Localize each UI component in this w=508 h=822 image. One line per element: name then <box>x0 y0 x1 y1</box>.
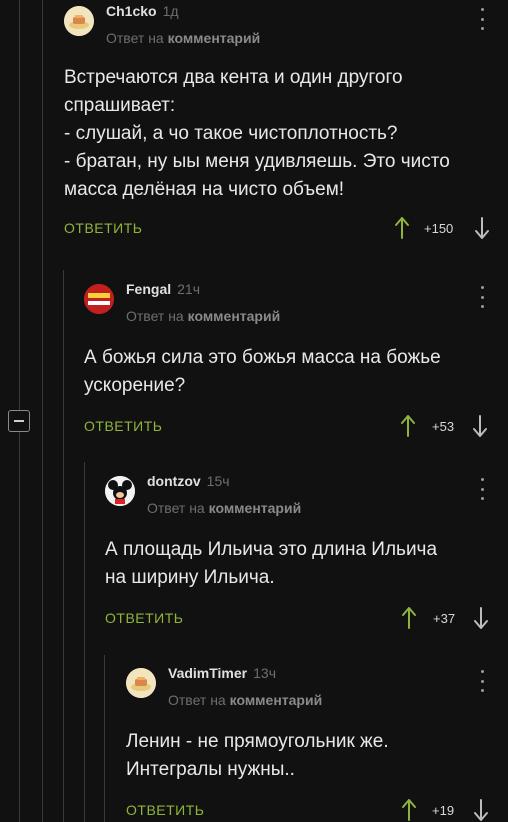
comment-text: Ленин - не прямоугольник же. Интегралы н… <box>126 731 389 780</box>
downvote-arrow-icon[interactable] <box>473 798 489 822</box>
comment-header: Fengal 21ч Ответ на комментарий <box>84 278 494 328</box>
minus-icon <box>14 420 24 422</box>
comment-time: 13ч <box>253 665 276 681</box>
comment-actions: ОТВЕТИТЬ +37 <box>105 600 495 640</box>
comment-vadimtimer: VadimTimer 13ч Ответ на комментарий Ленин… <box>126 662 496 822</box>
comment-score: +19 <box>432 803 455 818</box>
comment-header: dontzov 15ч Ответ на комментарий <box>105 470 495 520</box>
reply-to-label: Ответ на комментарий <box>147 500 302 516</box>
author-name[interactable]: VadimTimer 13ч <box>168 665 276 681</box>
author-name[interactable]: Ch1cko 1д <box>106 3 179 19</box>
comment-actions: ОТВЕТИТЬ +53 <box>84 408 494 448</box>
comment-actions: ОТВЕТИТЬ +19 <box>126 792 496 822</box>
reply-to-link[interactable]: комментарий <box>168 30 261 46</box>
comment-actions: ОТВЕТИТЬ +150 <box>64 210 496 250</box>
comment-time: 21ч <box>177 281 200 297</box>
author-name[interactable]: Fengal 21ч <box>126 281 200 297</box>
more-menu-icon[interactable] <box>478 478 486 500</box>
comment-ch1cko: Ch1cko 1д Ответ на комментарий Встречаютс… <box>64 0 496 250</box>
upvote-arrow-icon[interactable] <box>394 216 410 245</box>
reply-button[interactable]: ОТВЕТИТЬ <box>84 418 162 434</box>
food-plate-icon[interactable] <box>64 6 94 36</box>
comment-score: +37 <box>433 611 456 626</box>
comment-text: А площадь Ильича это длина Ильича на шир… <box>105 539 438 588</box>
reply-to-link[interactable]: комментарий <box>209 500 302 516</box>
reply-to-label: Ответ на комментарий <box>126 308 281 324</box>
reply-to-link[interactable]: комментарий <box>188 308 281 324</box>
food-plate-icon[interactable] <box>126 668 156 698</box>
thread-line <box>42 0 43 822</box>
collapse-thread-button[interactable] <box>8 410 30 432</box>
comment-header: Ch1cko 1д Ответ на комментарий <box>64 0 496 50</box>
comment-text: А божья сила это божья масса на божье ус… <box>84 347 441 396</box>
comment-score: +53 <box>432 419 455 434</box>
comment-score: +150 <box>424 221 454 236</box>
comment-dontzov: dontzov 15ч Ответ на комментарий А площад… <box>105 470 495 640</box>
comment-text: Встречаются два кента и один другого спр… <box>64 67 450 200</box>
upvote-arrow-icon[interactable] <box>401 798 417 822</box>
downvote-arrow-icon[interactable] <box>474 216 490 245</box>
comment-time: 15ч <box>206 473 230 489</box>
thread-line <box>104 655 105 822</box>
downvote-arrow-icon[interactable] <box>472 414 488 443</box>
thread-line <box>84 462 85 822</box>
reply-button[interactable]: ОТВЕТИТЬ <box>105 610 183 626</box>
comment-header: VadimTimer 13ч Ответ на комментарий <box>126 662 496 712</box>
comment-fengal: Fengal 21ч Ответ на комментарий А божья с… <box>84 278 494 448</box>
thread-line <box>63 270 64 822</box>
comment-time: 1д <box>162 3 179 19</box>
reply-button[interactable]: ОТВЕТИТЬ <box>64 220 142 236</box>
more-menu-icon[interactable] <box>478 670 486 692</box>
author-name[interactable]: dontzov 15ч <box>147 473 230 489</box>
upvote-arrow-icon[interactable] <box>401 606 417 635</box>
upvote-arrow-icon[interactable] <box>400 414 416 443</box>
more-menu-icon[interactable] <box>478 286 486 308</box>
badge-logo-icon[interactable] <box>84 284 114 314</box>
reply-button[interactable]: ОТВЕТИТЬ <box>126 802 204 818</box>
more-menu-icon[interactable] <box>478 8 486 30</box>
reply-to-link[interactable]: комментарий <box>230 692 323 708</box>
reply-to-label: Ответ на комментарий <box>106 30 261 46</box>
downvote-arrow-icon[interactable] <box>473 606 489 635</box>
mickey-mouse-icon[interactable] <box>105 476 135 506</box>
reply-to-label: Ответ на комментарий <box>168 692 323 708</box>
